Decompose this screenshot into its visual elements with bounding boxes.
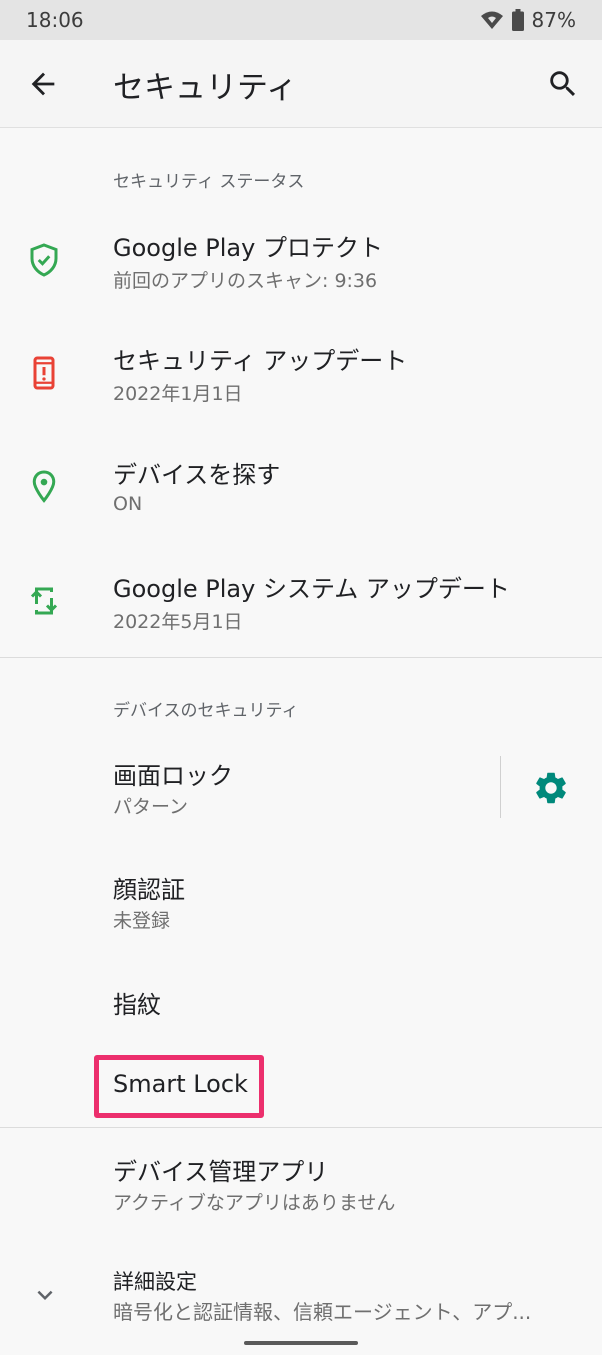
- item-title: 画面ロック: [113, 762, 233, 790]
- item-title: Google Play システム アップデート: [113, 575, 510, 603]
- back-arrow-icon[interactable]: [26, 67, 60, 101]
- battery-icon: [511, 9, 524, 31]
- item-title: デバイス管理アプリ: [113, 1158, 329, 1186]
- list-item-fingerprint[interactable]: 指紋: [0, 975, 602, 1035]
- item-subtitle: パターン: [113, 796, 189, 818]
- list-item-play-protect[interactable]: Google Play プロテクト 前回のアプリのスキャン: 9:36: [0, 222, 602, 314]
- item-subtitle: 前回のアプリのスキャン: 9:36: [113, 270, 378, 292]
- status-time: 18:06: [26, 8, 84, 32]
- list-item-screen-lock[interactable]: 画面ロック パターン: [0, 752, 490, 824]
- item-title: デバイスを探す: [113, 461, 281, 489]
- shield-check-icon: [30, 243, 58, 277]
- item-subtitle: アクティブなアプリはありません: [113, 1192, 396, 1214]
- item-subtitle: 2022年5月1日: [113, 611, 243, 633]
- location-pin-icon: [32, 470, 56, 503]
- list-item-advanced-settings[interactable]: 詳細設定 暗号化と認証情報、信頼エージェント、アプ...: [0, 1262, 602, 1332]
- battery-level: 87%: [531, 8, 576, 32]
- list-item-face-unlock[interactable]: 顔認証 未登録: [0, 866, 602, 938]
- section-divider: [0, 1127, 602, 1128]
- gear-icon[interactable]: [532, 769, 570, 807]
- chevron-down-icon: [37, 1290, 53, 1300]
- section-header-security-status: セキュリティ ステータス: [113, 172, 305, 192]
- smart-lock-highlight-box: [94, 1055, 264, 1118]
- status-bar: 18:06 87%: [0, 0, 602, 40]
- status-icons: 87%: [480, 8, 576, 32]
- item-subtitle: 2022年1月1日: [113, 383, 243, 405]
- gesture-nav-handle[interactable]: [244, 1341, 358, 1345]
- page-title: セキュリティ: [113, 70, 298, 106]
- search-icon[interactable]: [546, 67, 580, 101]
- item-title: 指紋: [113, 991, 161, 1019]
- vertical-divider: [500, 756, 501, 818]
- phone-sync-icon: [30, 587, 58, 615]
- list-item-smart-lock[interactable]: Smart Lock: [0, 1060, 602, 1120]
- item-subtitle: 暗号化と認証情報、信頼エージェント、アプ...: [113, 1300, 532, 1324]
- item-title: セキュリティ アップデート: [113, 347, 408, 375]
- list-item-security-update[interactable]: セキュリティ アップデート 2022年1月1日: [0, 335, 602, 427]
- item-title: 顔認証: [113, 876, 185, 904]
- item-title: Google Play プロテクト: [113, 234, 383, 262]
- phone-alert-icon: [33, 356, 55, 390]
- list-item-find-device[interactable]: デバイスを探す ON: [0, 449, 602, 541]
- app-bar: セキュリティ: [0, 40, 602, 128]
- item-subtitle: 未登録: [113, 910, 171, 932]
- list-item-system-update[interactable]: Google Play システム アップデート 2022年5月1日: [0, 563, 602, 655]
- item-title: 詳細設定: [113, 1270, 197, 1294]
- section-divider: [0, 657, 602, 658]
- item-subtitle: ON: [113, 493, 143, 515]
- list-item-device-admin-apps[interactable]: デバイス管理アプリ アクティブなアプリはありません: [0, 1148, 602, 1220]
- wifi-icon: [480, 11, 503, 29]
- section-header-device-security: デバイスのセキュリティ: [113, 701, 299, 721]
